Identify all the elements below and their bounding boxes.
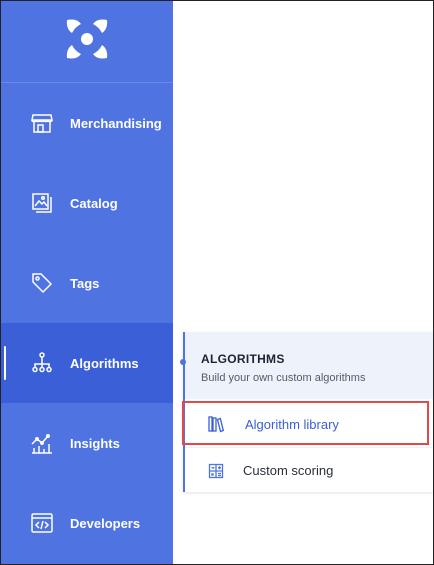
sidebar-item-catalog[interactable]: Catalog (0, 163, 173, 243)
hierarchy-icon (30, 351, 54, 375)
code-window-icon (30, 511, 54, 535)
tag-icon (30, 271, 54, 295)
highlight-box (182, 401, 429, 445)
sidebar-item-tags[interactable]: Tags (0, 243, 173, 323)
sidebar-item-label: Catalog (70, 195, 118, 211)
sidebar-item-label: Insights (70, 435, 120, 451)
sidebar-item-label: Developers (70, 515, 141, 531)
active-indicator (4, 346, 6, 380)
submenu-title: ALGORITHMS (201, 352, 285, 366)
analytics-chart-icon (30, 431, 54, 455)
sidebar-item-insights[interactable]: Insights (0, 403, 173, 483)
image-stack-icon (30, 191, 54, 215)
app-logo[interactable] (0, 0, 173, 83)
app-logo-icon (65, 17, 109, 66)
sidebar-item-label: Tags (70, 275, 100, 291)
submenu-header: ALGORITHMS Build your own custom algorit… (180, 332, 434, 399)
submenu-item-custom-scoring[interactable]: Custom scoring (185, 447, 434, 493)
sidebar: Merchandising Catalog Tags Algorithms In… (0, 0, 173, 565)
sidebar-item-merchandising[interactable]: Merchandising (0, 83, 173, 163)
submenu-subtitle: Build your own custom algorithms (201, 372, 366, 384)
sidebar-item-label: Algorithms (70, 355, 139, 371)
sidebar-item-developers[interactable]: Developers (0, 483, 173, 563)
submenu-item-label: Custom scoring (243, 463, 334, 478)
sidebar-item-algorithms[interactable]: Algorithms (0, 323, 173, 403)
sidebar-item-label: Merchandising (70, 115, 162, 131)
storefront-icon (30, 111, 54, 135)
submenu-pointer (180, 359, 186, 365)
grid-calculator-icon (207, 462, 225, 480)
